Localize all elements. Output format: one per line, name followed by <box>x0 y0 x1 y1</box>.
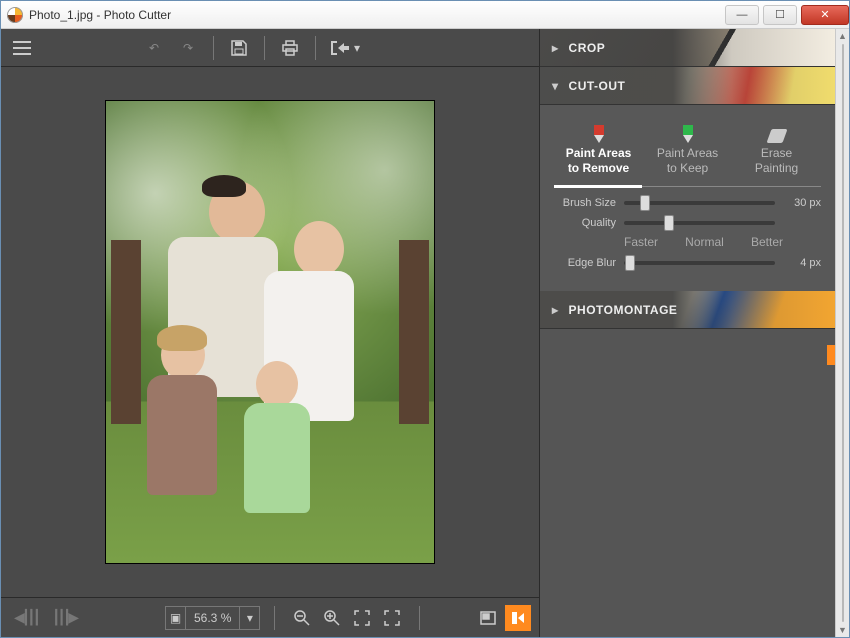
zoom-readout[interactable]: ▣ 56.3 % ▾ <box>165 606 260 630</box>
panel-photomontage-label: PHOTOMONTAGE <box>569 303 678 317</box>
chevron-down-icon: ▾ <box>552 79 559 93</box>
export-icon[interactable] <box>326 33 356 63</box>
fit-image-icon[interactable]: ▣ <box>166 607 186 629</box>
panel-photomontage-header[interactable]: ▸ PHOTOMONTAGE <box>540 291 835 329</box>
toolbar-separator <box>213 36 214 60</box>
editor-pane: ↶ ↷ ▾ <box>1 29 539 637</box>
cutout-tool-row: Paint Areasto Remove Paint Areasto Keep … <box>554 115 821 178</box>
quality-label: Quality <box>554 217 616 229</box>
quality-track[interactable] <box>624 221 775 225</box>
redo-icon[interactable]: ↷ <box>173 33 203 63</box>
fit-screen-icon[interactable] <box>349 605 375 631</box>
panel-photomontage: ▸ PHOTOMONTAGE <box>540 291 835 329</box>
edge-blur-value: 4 px <box>783 257 821 269</box>
window-scrollbar[interactable]: ▲ ▼ <box>835 29 849 637</box>
zoom-in-icon[interactable] <box>319 605 345 631</box>
side-panel-collapse-handle[interactable] <box>827 345 835 365</box>
tool-underline <box>554 186 821 187</box>
zoom-out-icon[interactable] <box>289 605 315 631</box>
panel-cutout-body: Paint Areasto Remove Paint Areasto Keep … <box>540 105 835 291</box>
print-icon[interactable] <box>275 33 305 63</box>
undo-icon[interactable]: ↶ <box>139 33 169 63</box>
bottom-toolbar: ◀┃┃┃ ┃┃┃▶ ▣ 56.3 % ▾ <box>1 597 539 637</box>
compare-icon[interactable] <box>475 605 501 631</box>
panel-cutout-header[interactable]: ▾ CUT-OUT <box>540 67 835 105</box>
app-body: ↶ ↷ ▾ <box>1 29 849 637</box>
marker-green-icon <box>683 125 693 143</box>
panel-crop-label: CROP <box>569 41 606 55</box>
window-title: Photo_1.jpg - Photo Cutter <box>29 8 171 22</box>
side-panel: ▸ CROP ▾ CUT-OUT Paint Areasto Remove <box>539 29 835 637</box>
quality-ticks: Faster Normal Better <box>624 235 821 249</box>
toolbar-separator <box>419 606 420 630</box>
working-image[interactable] <box>106 101 434 563</box>
maximize-button[interactable]: ☐ <box>763 5 797 25</box>
minimize-button[interactable]: — <box>725 5 759 25</box>
close-button[interactable]: ✕ <box>801 5 849 25</box>
prev-image-icon[interactable]: ◀┃┃┃ <box>11 603 41 633</box>
chevron-right-icon: ▸ <box>552 303 559 317</box>
chevron-right-icon: ▸ <box>552 41 559 55</box>
toolbar-separator <box>315 36 316 60</box>
brush-size-label: Brush Size <box>554 197 616 209</box>
brush-size-value: 30 px <box>783 197 821 209</box>
panel-crop: ▸ CROP <box>540 29 835 67</box>
app-window: Photo_1.jpg - Photo Cutter — ☐ ✕ ↶ ↷ <box>0 0 850 638</box>
slider-edge-blur: Edge Blur 4 px <box>554 257 821 269</box>
title-bar: Photo_1.jpg - Photo Cutter — ☐ ✕ <box>1 1 849 29</box>
tool-paint-remove[interactable]: Paint Areasto Remove <box>554 115 643 178</box>
window-controls: — ☐ ✕ <box>721 5 849 25</box>
toolbar-separator <box>264 36 265 60</box>
slider-quality: Quality <box>554 217 821 229</box>
tool-paint-keep[interactable]: Paint Areasto Keep <box>643 115 732 178</box>
panel-crop-header[interactable]: ▸ CROP <box>540 29 835 67</box>
apply-icon[interactable] <box>505 605 531 631</box>
canvas-area[interactable] <box>1 67 539 597</box>
eraser-icon <box>766 129 787 143</box>
marker-red-icon <box>594 125 604 143</box>
save-icon[interactable] <box>224 33 254 63</box>
edge-blur-thumb[interactable] <box>625 255 635 271</box>
edge-blur-track[interactable] <box>624 261 775 265</box>
brush-size-thumb[interactable] <box>640 195 650 211</box>
brush-size-track[interactable] <box>624 201 775 205</box>
tool-erase-painting[interactable]: ErasePainting <box>732 115 821 178</box>
edge-blur-label: Edge Blur <box>554 257 616 269</box>
scroll-up-icon[interactable]: ▲ <box>836 29 849 43</box>
quality-thumb[interactable] <box>664 215 674 231</box>
top-toolbar: ↶ ↷ ▾ <box>1 29 539 67</box>
app-icon <box>7 7 23 23</box>
scroll-down-icon[interactable]: ▼ <box>836 623 849 637</box>
full-screen-icon[interactable] <box>379 605 405 631</box>
toolbar-separator <box>274 606 275 630</box>
next-image-icon[interactable]: ┃┃┃▶ <box>49 603 79 633</box>
slider-brush-size: Brush Size 30 px <box>554 197 821 209</box>
menu-icon[interactable] <box>7 33 37 63</box>
panel-cutout-label: CUT-OUT <box>569 79 626 93</box>
export-dropdown-icon[interactable]: ▾ <box>354 41 360 55</box>
panel-cutout: ▾ CUT-OUT Paint Areasto Remove Paint Are… <box>540 67 835 291</box>
zoom-dropdown-icon[interactable]: ▾ <box>239 607 259 629</box>
scroll-thumb[interactable] <box>842 44 844 622</box>
zoom-value: 56.3 % <box>186 611 239 625</box>
